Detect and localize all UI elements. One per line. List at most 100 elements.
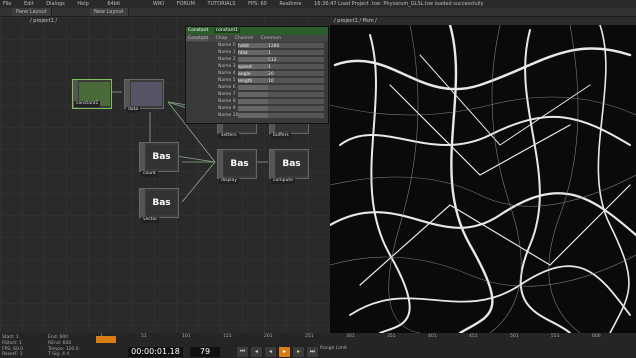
realtime-toggle[interactable]: Realtime xyxy=(276,0,301,8)
tab-chop[interactable]: Chop xyxy=(214,36,228,41)
tick-label: 551 xyxy=(551,334,560,339)
param-value-field[interactable]: 1 xyxy=(268,50,324,56)
menu-file[interactable]: File xyxy=(0,0,11,8)
param-value-field[interactable]: 512 xyxy=(268,57,324,63)
param-row: Name 4 angle 20 xyxy=(186,70,328,77)
rstart-field[interactable]: 1 xyxy=(19,341,22,346)
build-label: 64bit xyxy=(107,1,121,7)
fps-readout: FPS: 60 xyxy=(248,1,267,7)
param-name-field[interactable] xyxy=(238,99,268,104)
param-value-field[interactable] xyxy=(268,92,324,97)
play-reverse-icon[interactable]: ◂ xyxy=(264,346,277,358)
tab-pane-layout[interactable]: Pane Layout xyxy=(12,8,52,16)
param-value-field[interactable]: 1280 xyxy=(268,43,324,49)
node-label-constant1: constant1 xyxy=(74,101,101,107)
pane-tab-bar: Pane Layout New Layout xyxy=(0,8,636,16)
tab-constant[interactable]: Constant xyxy=(186,36,209,41)
operator-type: Constant xyxy=(188,28,209,33)
tick-label: 501 xyxy=(510,334,519,339)
tick-label: 101 xyxy=(182,334,191,339)
start-field[interactable]: 1 xyxy=(16,335,19,340)
param-row: Name 5 length 10 xyxy=(186,77,328,84)
node-label-count: count xyxy=(141,171,158,177)
texture-viewer[interactable]: / project1 / ffsm / xyxy=(328,17,636,335)
operator-name[interactable]: constant1 xyxy=(213,28,241,33)
param-name-field[interactable]: length xyxy=(238,78,268,84)
skip-back-icon[interactable]: ⏮ xyxy=(236,346,249,358)
node-label-data: data xyxy=(126,107,141,113)
param-row: Name 7 xyxy=(186,91,328,98)
rend-field[interactable]: 600 xyxy=(63,341,72,346)
param-name-field[interactable] xyxy=(238,57,268,62)
param-name-field[interactable] xyxy=(238,113,268,118)
parameter-tabs: Constant Chop Channel Common xyxy=(186,35,328,42)
param-row: Name 2 512 xyxy=(186,56,328,63)
param-row: Name 6 xyxy=(186,84,328,91)
timeline-bar: Start: 1 RStart: 1 FPS: 60.0 ResetF: 1 E… xyxy=(0,333,636,358)
tick-label: 201 xyxy=(264,334,273,339)
param-row: Name 10 xyxy=(186,112,328,119)
viewer-path: / project1 / ffsm / xyxy=(330,17,636,25)
play-icon[interactable]: ▸ xyxy=(278,346,291,358)
param-value-field[interactable] xyxy=(268,99,324,104)
node-display[interactable]: Bas xyxy=(217,149,257,179)
physarum-render xyxy=(328,23,636,335)
param-value-field[interactable]: 20 xyxy=(268,71,324,77)
status-message: 16:36:47 Load Project .toe: Physarum_GLS… xyxy=(314,1,484,7)
tick-label: 351 xyxy=(387,334,396,339)
param-name-field[interactable] xyxy=(238,85,268,90)
node-label-buffers: buffers xyxy=(271,133,291,139)
param-name-field[interactable]: hdist xyxy=(238,43,268,49)
tsig-denominator[interactable]: 4 xyxy=(66,352,69,357)
tick-label: 600 xyxy=(592,334,601,339)
param-row: Name 1 fdist 1 xyxy=(186,49,328,56)
tick-label: 401 xyxy=(428,334,437,339)
forum-button[interactable]: FORUM xyxy=(174,0,195,8)
end-field[interactable]: 600 xyxy=(60,335,69,340)
param-value-field[interactable] xyxy=(268,106,324,111)
range-limit-label: Range Limit xyxy=(320,346,347,351)
timecode-display[interactable]: 00:00:01.18 xyxy=(128,347,183,357)
parameter-panel: Constant constant1 Constant Chop Channel… xyxy=(185,26,329,124)
node-label-vector: vector xyxy=(141,217,160,223)
tsig-numerator[interactable]: 4 xyxy=(62,352,65,357)
node-label-compute: compute xyxy=(271,178,295,184)
parameter-header: Constant constant1 xyxy=(186,27,328,35)
tab-common[interactable]: Common xyxy=(259,36,281,41)
node-label-setters: setters xyxy=(219,133,239,139)
tick-label: 1 xyxy=(100,334,103,339)
param-name-field[interactable] xyxy=(238,92,268,97)
node-compute[interactable]: Bas xyxy=(269,149,309,179)
timeline-ruler[interactable]: 1 51 101 151 201 251 301 351 401 451 501… xyxy=(100,334,636,339)
tick-label: 301 xyxy=(346,334,355,339)
step-back-icon[interactable]: ◂ xyxy=(250,346,263,358)
node-data[interactable] xyxy=(124,79,164,109)
param-value-field[interactable]: 10 xyxy=(268,78,324,84)
wiki-button[interactable]: WIKI xyxy=(150,0,164,8)
tutorials-button[interactable]: TUTORIALS xyxy=(204,0,235,8)
menu-help[interactable]: Help xyxy=(74,0,88,8)
node-count[interactable]: Bas xyxy=(139,142,179,172)
skip-forward-icon[interactable]: ⏭ xyxy=(306,346,319,358)
param-value-field[interactable] xyxy=(268,113,324,118)
tick-label: 151 xyxy=(223,334,232,339)
frame-display[interactable]: 79 xyxy=(190,347,220,357)
param-value-field[interactable] xyxy=(268,85,324,90)
tab-new-layout[interactable]: New Layout xyxy=(90,8,129,16)
param-name-field[interactable]: speed xyxy=(238,64,268,70)
menu-edit[interactable]: Edit xyxy=(21,0,34,8)
tick-label: 451 xyxy=(469,334,478,339)
tick-label: 251 xyxy=(305,334,314,339)
param-name-field[interactable] xyxy=(238,106,268,111)
menu-dialogs[interactable]: Dialogs xyxy=(43,0,65,8)
param-row: Name 3 speed 1 xyxy=(186,63,328,70)
param-name-field[interactable]: fdist xyxy=(238,50,268,56)
param-name-field[interactable]: angle xyxy=(238,71,268,77)
param-value-field[interactable]: 1 xyxy=(268,64,324,70)
param-row: Name 0 hdist 1280 xyxy=(186,42,328,49)
resetf-field[interactable]: 1 xyxy=(20,352,23,357)
step-forward-icon[interactable]: ▸ xyxy=(292,346,305,358)
menu-bar: File Edit Dialogs Help 64bit WIKI FORUM … xyxy=(0,0,636,8)
tab-channel[interactable]: Channel xyxy=(233,36,253,41)
node-vector[interactable]: Bas xyxy=(139,188,179,218)
